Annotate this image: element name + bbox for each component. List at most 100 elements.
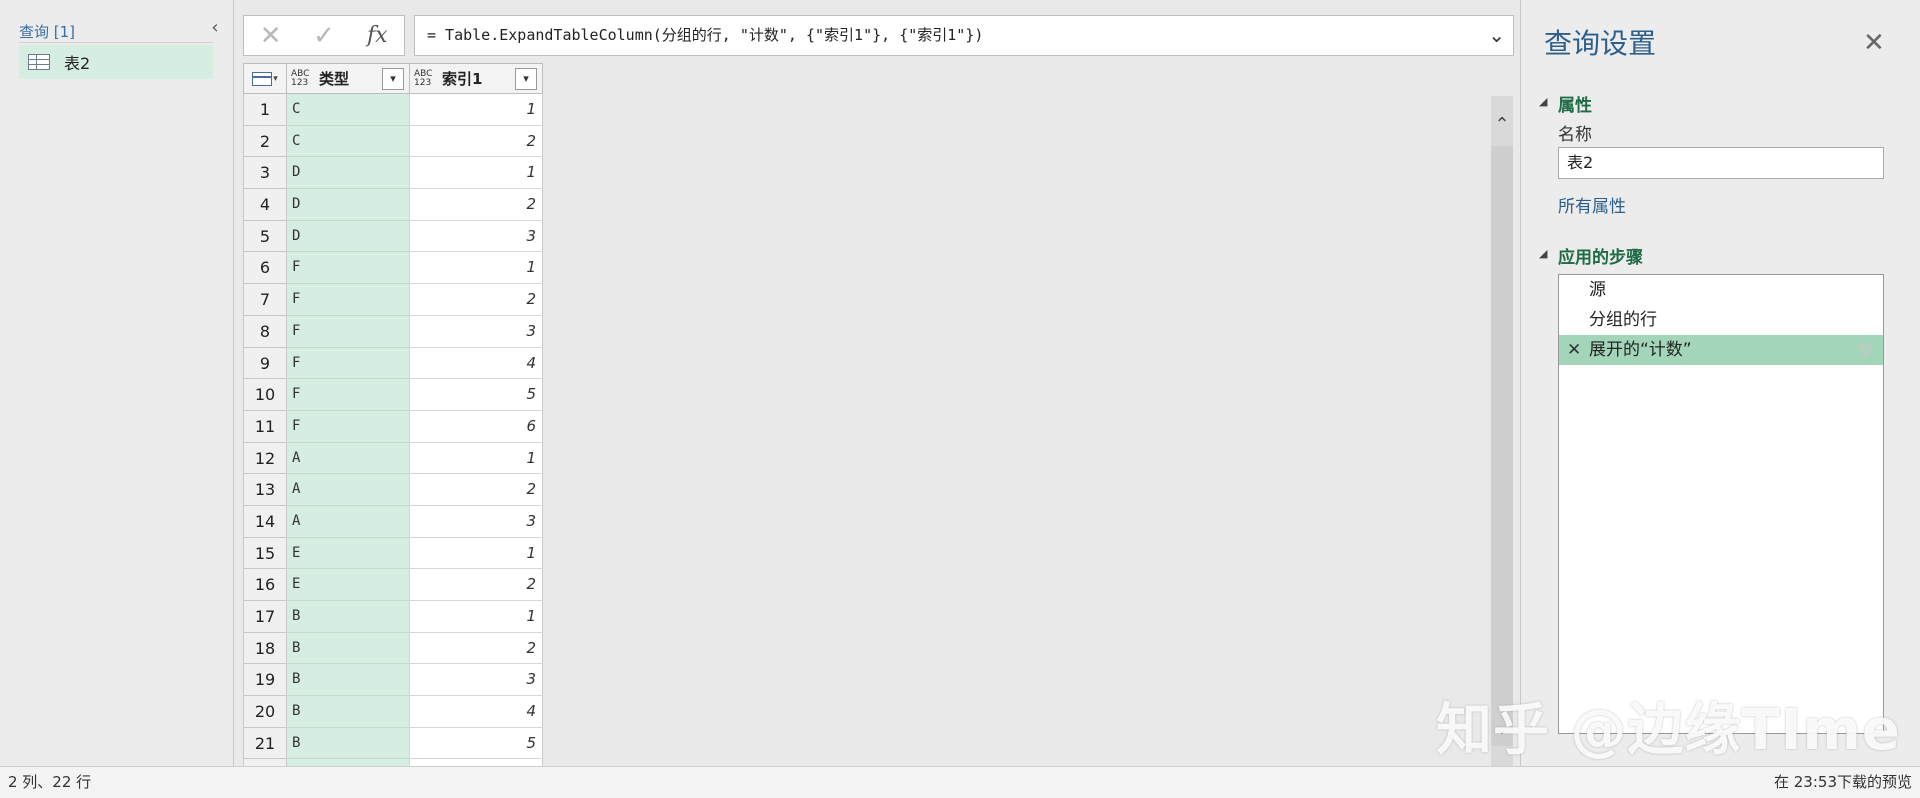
row-number[interactable]: 13 (243, 474, 287, 506)
applied-steps-title[interactable]: 应用的步骤 (1558, 243, 1643, 268)
row-number[interactable]: 8 (243, 315, 287, 348)
table-row: 2C2 (243, 125, 543, 158)
row-number[interactable]: 9 (243, 347, 287, 380)
cell-type[interactable]: D (287, 189, 410, 221)
cell-index[interactable]: 3 (410, 315, 543, 348)
filter-dropdown-button[interactable]: ▾ (382, 67, 404, 90)
row-number[interactable]: 10 (243, 379, 287, 411)
row-number[interactable]: 14 (243, 505, 287, 538)
gear-icon[interactable]: ⚙ (1858, 335, 1873, 365)
filter-dropdown-button[interactable]: ▾ (515, 67, 537, 90)
cell-index[interactable]: 4 (410, 347, 543, 380)
row-number[interactable]: 20 (243, 696, 287, 728)
cell-type[interactable]: B (287, 664, 410, 697)
step-item[interactable]: 分组的行 (1559, 305, 1883, 335)
cell-index[interactable]: 2 (410, 125, 543, 158)
table-row: 7F2 (243, 284, 543, 316)
cell-index[interactable]: 1 (410, 252, 543, 285)
fx-icon[interactable]: fx (351, 16, 404, 55)
cell-index[interactable]: 3 (410, 505, 543, 538)
step-item-selected[interactable]: ✕ 展开的“计数” ⚙ (1559, 335, 1883, 365)
row-number[interactable]: 21 (243, 727, 287, 760)
cell-type[interactable]: F (287, 379, 410, 411)
step-item[interactable]: 源 (1559, 275, 1883, 305)
cell-type[interactable]: B (287, 601, 410, 633)
formula-input[interactable]: = Table.ExpandTableColumn(分组的行, "计数", {"… (414, 15, 1514, 56)
table-row: 15 E 1 (243, 537, 543, 570)
close-icon[interactable]: ✕ (1863, 28, 1885, 58)
cell-index[interactable]: 1 (410, 537, 543, 570)
column-header-index[interactable]: ABC 123 索引1 ▾ (409, 63, 543, 94)
row-number[interactable]: 19 (243, 664, 287, 697)
cell-type[interactable]: F (287, 410, 410, 443)
chevron-down-icon[interactable]: ⌄ (1488, 16, 1505, 55)
row-number[interactable]: 6 (243, 252, 287, 285)
cell-type[interactable]: A (287, 442, 410, 475)
row-number[interactable]: 12 (243, 442, 287, 475)
query-item[interactable]: 表2 (19, 45, 213, 79)
cell-index[interactable]: 2 (410, 189, 543, 221)
name-label: 名称 (1558, 125, 1592, 145)
cell-type[interactable]: D (287, 220, 410, 253)
cell-index[interactable]: 2 (410, 632, 543, 665)
row-column-count: 2 列、22 行 (8, 773, 92, 791)
cell-type[interactable]: B (287, 696, 410, 728)
scrollbar-thumb[interactable] (1491, 146, 1513, 746)
cell-type[interactable]: C (287, 125, 410, 158)
cell-index[interactable]: 1 (410, 157, 543, 190)
chevron-left-icon[interactable]: ‹ (207, 18, 223, 38)
cell-index[interactable]: 5 (410, 727, 543, 760)
cell-type[interactable]: F (287, 252, 410, 285)
cell-type[interactable]: A (287, 505, 410, 538)
cell-index[interactable]: 3 (410, 664, 543, 697)
query-name-input[interactable]: 表2 (1558, 147, 1884, 179)
collapse-triangle-icon[interactable]: ◢ (1539, 95, 1547, 108)
cancel-icon[interactable]: ✕ (244, 16, 297, 55)
table-menu-button[interactable]: ▾ (243, 63, 287, 94)
cell-index[interactable]: 6 (410, 410, 543, 443)
cell-type[interactable]: C (287, 94, 410, 126)
cell-index[interactable]: 5 (410, 379, 543, 411)
grid-rows: 1C1 2C2 3D1 4D2 5D3 6F1 7F2 8F3 9F4 10 F 5… (243, 94, 543, 766)
table-row: 13 A 2 (243, 474, 543, 506)
row-number[interactable]: 15 (243, 537, 287, 570)
cell-type[interactable]: F (287, 315, 410, 348)
table-row: 4D2 (243, 189, 543, 221)
cell-index[interactable]: 1 (410, 601, 543, 633)
cell-index[interactable]: 1 (410, 94, 543, 126)
row-number[interactable]: 17 (243, 601, 287, 633)
row-number[interactable]: 11 (243, 410, 287, 443)
delete-step-icon[interactable]: ✕ (1567, 335, 1581, 365)
cell-index[interactable]: 3 (410, 220, 543, 253)
cell-index[interactable]: 2 (410, 474, 543, 506)
cell-type[interactable]: A (287, 474, 410, 506)
row-number[interactable]: 2 (243, 125, 287, 158)
any-type-icon[interactable]: ABC 123 (291, 69, 315, 88)
row-number[interactable]: 3 (243, 157, 287, 190)
cell-type[interactable]: F (287, 347, 410, 380)
row-number[interactable]: 4 (243, 189, 287, 221)
cell-type[interactable]: B (287, 727, 410, 760)
row-number[interactable]: 18 (243, 632, 287, 665)
row-number[interactable]: 7 (243, 284, 287, 316)
chevron-up-icon[interactable]: ⌃ (1491, 114, 1513, 142)
row-number[interactable]: 1 (243, 94, 287, 126)
cell-index[interactable]: 4 (410, 696, 543, 728)
collapse-triangle-icon[interactable]: ◢ (1539, 247, 1547, 260)
cell-type[interactable]: E (287, 569, 410, 601)
cell-index[interactable]: 2 (410, 284, 543, 316)
all-properties-link[interactable]: 所有属性 (1558, 192, 1626, 217)
row-number[interactable]: 5 (243, 220, 287, 253)
cell-index[interactable]: 1 (410, 442, 543, 475)
cell-type[interactable]: F (287, 284, 410, 316)
properties-section-title[interactable]: 属性 (1558, 91, 1592, 116)
any-type-icon[interactable]: ABC 123 (414, 69, 438, 88)
cell-index[interactable]: 2 (410, 569, 543, 601)
row-number[interactable]: 16 (243, 569, 287, 601)
cell-type[interactable]: B (287, 632, 410, 665)
column-header-type[interactable]: ABC 123 类型 ▾ (286, 63, 410, 94)
check-icon[interactable]: ✓ (297, 16, 350, 55)
cell-type[interactable]: D (287, 157, 410, 190)
vertical-scrollbar[interactable] (1491, 96, 1513, 766)
cell-type[interactable]: E (287, 537, 410, 570)
